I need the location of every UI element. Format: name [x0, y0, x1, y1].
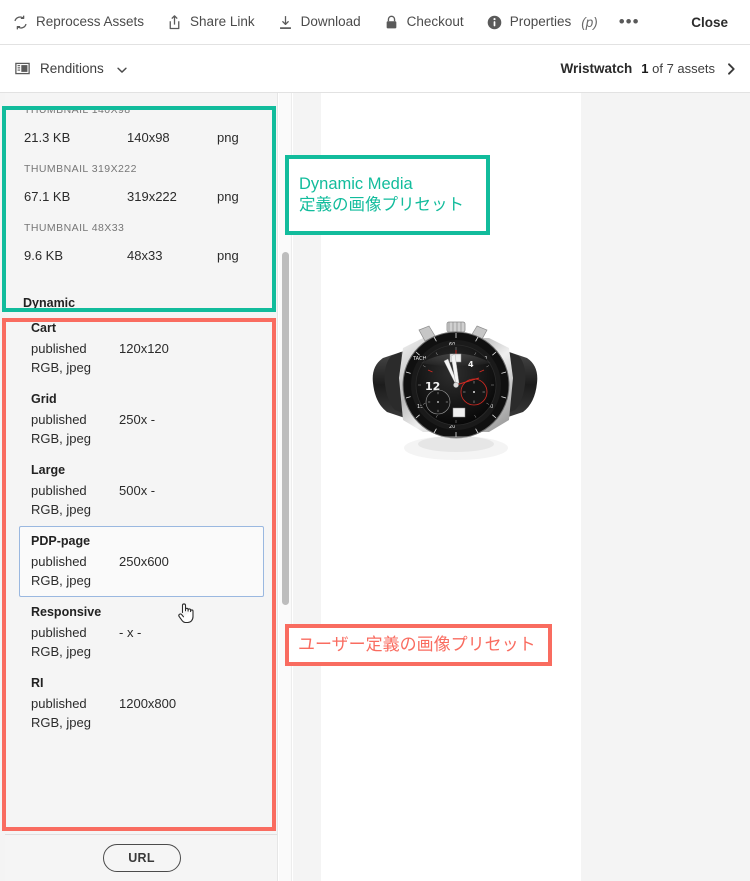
renditions-icon	[14, 60, 31, 77]
preset-meta: published 1200x800	[31, 696, 263, 715]
renditions-label: Renditions	[40, 61, 104, 76]
preset-status: published	[31, 696, 87, 711]
reprocess-assets-label: Reprocess Assets	[36, 14, 145, 30]
preset-format: RGB, jpeg	[31, 573, 91, 588]
renditions-list: THUMBNAIL 140X98 21.3 KB 140x98 png THUM…	[5, 93, 277, 739]
preset-meta: published 120x120	[31, 341, 263, 360]
wristwatch-image: 6040 3020 15TACH	[361, 308, 551, 483]
preset-status: published	[31, 341, 87, 356]
rendition-filesize: 67.1 KB	[24, 189, 71, 204]
preset-meta: published 250x -	[31, 412, 263, 431]
rendition-dimensions: 48x33	[127, 248, 163, 263]
annotation-dynamic-media: Dynamic Media 定義の画像プリセット	[285, 155, 490, 235]
preset-item-pdp-page[interactable]: PDP-page published 250x600 RGB, jpeg	[19, 526, 264, 597]
preset-item-large[interactable]: Large published 500x - RGB, jpeg	[19, 455, 264, 526]
preset-dimensions: - x -	[119, 625, 142, 640]
preset-dimensions: 250x -	[119, 412, 156, 427]
preset-meta: published 500x -	[31, 483, 263, 502]
preset-name: Cart	[31, 321, 57, 335]
rendition-row[interactable]: 67.1 KB 319x222 png	[24, 189, 277, 222]
rendition-format: png	[217, 248, 239, 263]
annotation-line-1: Dynamic Media	[299, 175, 413, 194]
preset-format: RGB, jpeg	[31, 715, 91, 730]
asset-total: of 7 assets	[648, 61, 715, 76]
renditions-dropdown[interactable]: Renditions	[0, 60, 128, 77]
preset-status: published	[31, 625, 87, 640]
preset-format: RGB, jpeg	[31, 360, 91, 375]
renditions-scrollbar-thumb[interactable]	[282, 252, 289, 605]
chevron-right-icon[interactable]	[724, 62, 738, 76]
dynamic-section-title: Dynamic	[23, 296, 76, 310]
preset-dimensions: 250x600	[119, 554, 169, 569]
rendition-filesize: 21.3 KB	[24, 130, 71, 145]
preset-format: RGB, jpeg	[31, 644, 91, 659]
url-button[interactable]: URL	[102, 844, 181, 872]
rendition-dimensions: 319x222	[127, 189, 177, 204]
action-toolbar: Reprocess Assets Share Link Download Che…	[0, 0, 750, 45]
preset-dimensions: 1200x800	[119, 696, 177, 711]
annotation-line-2: 定義の画像プリセット	[299, 196, 464, 214]
preset-status: published	[31, 483, 87, 498]
reprocess-icon	[12, 14, 29, 31]
more-options-button[interactable]: •••	[609, 0, 650, 44]
download-button[interactable]: Download	[266, 0, 372, 44]
properties-shortcut: (p)	[581, 14, 598, 30]
renditions-panel: THUMBNAIL 140X98 21.3 KB 140x98 png THUM…	[5, 93, 278, 881]
preset-meta: published - x -	[31, 625, 263, 644]
lock-icon	[383, 14, 400, 31]
asset-title: Wristwatch	[560, 61, 633, 76]
preset-name: Grid	[31, 392, 57, 406]
dynamic-section: Dynamic Cart published 120x120 RGB, jpeg…	[5, 285, 277, 739]
preset-item-responsive[interactable]: Responsive published - x - RGB, jpeg	[19, 597, 264, 668]
renditions-footer: URL	[5, 834, 277, 881]
annotation-line-1: ユーザー定義の画像プリセット	[298, 635, 536, 655]
download-label: Download	[300, 14, 361, 30]
preset-status: published	[31, 554, 87, 569]
rendition-heading: THUMBNAIL 48X33	[24, 222, 125, 234]
preset-item-grid[interactable]: Grid published 250x - RGB, jpeg	[19, 384, 264, 455]
rendition-row[interactable]: 9.6 KB 48x33 png	[24, 248, 277, 281]
asset-details-window: Reprocess Assets Share Link Download Che…	[0, 0, 750, 881]
share-link-label: Share Link	[190, 14, 255, 30]
preset-format: RGB, jpeg	[31, 431, 91, 446]
preset-name: Responsive	[31, 605, 102, 619]
close-button[interactable]: Close	[669, 0, 750, 44]
preset-item-ri[interactable]: RI published 1200x800 RGB, jpeg	[19, 668, 264, 739]
annotation-user-defined: ユーザー定義の画像プリセット	[285, 624, 552, 666]
preset-format: RGB, jpeg	[31, 502, 91, 517]
checkout-label: Checkout	[406, 14, 464, 30]
rendition-dimensions: 140x98	[127, 130, 170, 145]
preset-status: published	[31, 412, 87, 427]
rendition-format: png	[217, 130, 239, 145]
preset-name: RI	[31, 676, 44, 690]
checkout-button[interactable]: Checkout	[372, 0, 475, 44]
asset-count: 1 of 7 assets	[641, 61, 715, 76]
rendition-filesize: 9.6 KB	[24, 248, 64, 263]
renditions-scroll-area[interactable]: THUMBNAIL 140X98 21.3 KB 140x98 png THUM…	[5, 93, 277, 834]
preset-name: Large	[31, 463, 66, 477]
preset-item-cart[interactable]: Cart published 120x120 RGB, jpeg	[19, 313, 264, 384]
info-icon	[486, 14, 503, 31]
preset-dimensions: 500x -	[119, 483, 156, 498]
share-link-button[interactable]: Share Link	[155, 0, 266, 44]
rendition-row[interactable]: 21.3 KB 140x98 png	[24, 130, 277, 163]
preset-meta: published 250x600	[31, 554, 263, 573]
properties-label: Properties	[509, 14, 572, 30]
rendition-format: png	[217, 189, 239, 204]
preset-dimensions: 120x120	[119, 341, 169, 356]
download-icon	[277, 14, 294, 31]
reprocess-assets-button[interactable]: Reprocess Assets	[0, 0, 155, 44]
share-icon	[166, 14, 183, 31]
renditions-subbar: Renditions Wristwatch 1 of 7 assets	[0, 45, 750, 93]
rendition-heading: THUMBNAIL 319X222	[24, 163, 137, 175]
rendition-heading: THUMBNAIL 140X98	[24, 104, 131, 116]
properties-button[interactable]: Properties (p)	[475, 0, 609, 44]
static-renditions-group: THUMBNAIL 140X98 21.3 KB 140x98 png THUM…	[5, 93, 277, 285]
preset-name: PDP-page	[31, 534, 91, 548]
asset-navigator: Wristwatch 1 of 7 assets	[561, 61, 750, 76]
asset-index: 1	[641, 61, 649, 76]
chevron-down-icon	[116, 63, 128, 75]
